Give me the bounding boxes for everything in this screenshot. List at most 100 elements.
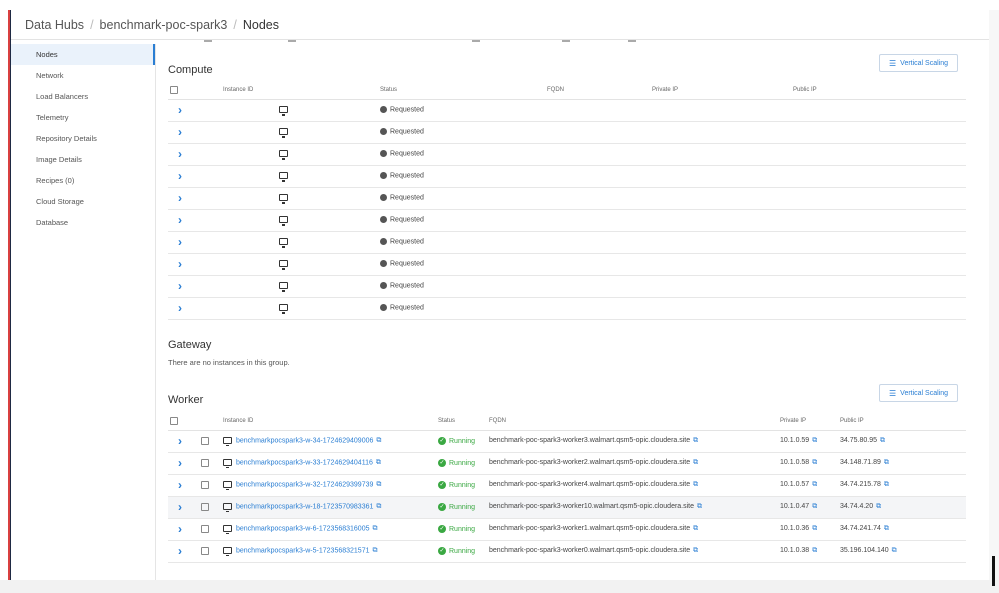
chevron-right-icon[interactable]: ›	[178, 301, 182, 315]
gateway-empty-text: There are no instances in this group.	[168, 358, 290, 367]
sidebar-item-image-details[interactable]: Image Details	[11, 149, 155, 170]
chevron-right-icon[interactable]: ›	[178, 191, 182, 205]
row-checkbox[interactable]	[201, 481, 209, 489]
row-checkbox[interactable]	[201, 437, 209, 445]
copy-icon[interactable]: ⧉	[376, 481, 381, 488]
column-public-ip: Public IP	[793, 81, 966, 100]
monitor-icon	[279, 260, 288, 270]
table-row: › benchmarkpocspark3-w-6-1723568316005 ⧉ ✓ R…	[168, 518, 966, 541]
table-row: › Requested	[168, 143, 966, 166]
public-ip-text: 34.74.215.78	[840, 481, 881, 488]
instance-id-link[interactable]: benchmarkpocspark3-w-33-1724629404116	[236, 459, 373, 466]
private-ip-text: 10.1.0.57	[780, 481, 810, 488]
select-all-checkbox[interactable]	[170, 85, 178, 94]
breadcrumb: Data Hubs / benchmark-poc-spark3 / Nodes	[11, 10, 989, 40]
breadcrumb-data-hubs[interactable]: Data Hubs	[25, 18, 84, 32]
chevron-right-icon[interactable]: ›	[178, 544, 182, 558]
table-row: › benchmarkpocspark3-w-34-1724629409006 ⧉ ✓…	[168, 430, 966, 453]
chevron-right-icon[interactable]: ›	[178, 213, 182, 227]
status-text: Requested	[390, 172, 424, 180]
copy-icon[interactable]: ⧉	[376, 437, 381, 444]
chevron-right-icon[interactable]: ›	[178, 456, 182, 470]
copy-icon[interactable]: ⧉	[693, 547, 698, 554]
instance-id-link[interactable]: benchmarkpocspark3-w-6-1723568316005	[236, 525, 369, 532]
copy-icon[interactable]: ⧉	[693, 437, 698, 444]
copy-icon[interactable]: ⧉	[693, 525, 698, 532]
table-header-row: Instance ID Status FQDN Private IP Publi…	[168, 412, 966, 431]
copy-icon[interactable]: ⧉	[876, 503, 881, 510]
copy-icon[interactable]: ⧉	[376, 503, 381, 510]
copy-icon[interactable]: ⧉	[693, 459, 698, 466]
instance-id-link[interactable]: benchmarkpocspark3-w-34-1724629409006	[236, 437, 373, 444]
chevron-right-icon[interactable]: ›	[178, 279, 182, 293]
instance-id-link[interactable]: benchmarkpocspark3-w-5-1723568321571	[236, 547, 369, 554]
copy-icon[interactable]: ⧉	[812, 503, 817, 510]
chevron-right-icon[interactable]: ›	[178, 125, 182, 139]
fqdn-text: benchmark-poc-spark3-worker1.walmart.qsm…	[489, 525, 691, 532]
sidebar-item-network[interactable]: Network	[11, 65, 155, 86]
sidebar-item-nodes[interactable]: Nodes	[11, 44, 155, 65]
check-circle-icon: ✓	[438, 437, 446, 445]
compute-vertical-scaling-button[interactable]: ☰ Vertical Scaling	[879, 54, 958, 72]
sidebar-item-cloud-storage[interactable]: Cloud Storage	[11, 191, 155, 212]
copy-icon[interactable]: ⧉	[812, 459, 817, 466]
chevron-right-icon[interactable]: ›	[178, 434, 182, 448]
sidebar-item-repository-details[interactable]: Repository Details	[11, 128, 155, 149]
dot-icon	[380, 150, 387, 158]
instance-id-link[interactable]: benchmarkpocspark3-w-32-1724629399739	[236, 481, 373, 488]
table-row: › Requested	[168, 121, 966, 144]
column-fqdn: FQDN	[547, 81, 652, 100]
monitor-icon	[279, 128, 288, 138]
table-header-row: Instance ID Status FQDN Private IP Publi…	[168, 81, 966, 100]
table-row: › Requested	[168, 165, 966, 188]
sidebar-item-telemetry[interactable]: Telemetry	[11, 107, 155, 128]
sidebar-item-recipes[interactable]: Recipes (0)	[11, 170, 155, 191]
row-checkbox[interactable]	[201, 503, 209, 511]
copy-icon[interactable]: ⧉	[697, 503, 702, 510]
chevron-right-icon[interactable]: ›	[178, 500, 182, 514]
copy-icon[interactable]: ⧉	[884, 481, 889, 488]
copy-icon[interactable]: ⧉	[693, 481, 698, 488]
copy-icon[interactable]: ⧉	[372, 525, 377, 532]
sidebar-item-load-balancers[interactable]: Load Balancers	[11, 86, 155, 107]
copy-icon[interactable]: ⧉	[812, 547, 817, 554]
monitor-icon	[279, 106, 288, 116]
copy-icon[interactable]: ⧉	[880, 437, 885, 444]
vertical-scaling-label: Vertical Scaling	[900, 389, 949, 397]
copy-icon[interactable]: ⧉	[372, 547, 377, 554]
chevron-right-icon[interactable]: ›	[178, 522, 182, 536]
copy-icon[interactable]: ⧉	[812, 437, 817, 444]
copy-icon[interactable]: ⧉	[812, 481, 817, 488]
private-ip-text: 10.1.0.38	[780, 547, 810, 554]
copy-icon[interactable]: ⧉	[376, 459, 381, 466]
monitor-icon	[279, 194, 288, 204]
table-row: › Requested	[168, 209, 966, 232]
chevron-right-icon[interactable]: ›	[178, 257, 182, 271]
chevron-right-icon[interactable]: ›	[178, 478, 182, 492]
chevron-right-icon[interactable]: ›	[178, 147, 182, 161]
sidebar-item-database[interactable]: Database	[11, 212, 155, 233]
chevron-right-icon[interactable]: ›	[178, 169, 182, 183]
copy-icon[interactable]: ⧉	[884, 459, 889, 466]
copy-icon[interactable]: ⧉	[812, 525, 817, 532]
worker-vertical-scaling-button[interactable]: ☰ Vertical Scaling	[879, 384, 958, 402]
row-checkbox[interactable]	[201, 459, 209, 467]
column-instance-id: Instance ID	[223, 412, 438, 431]
select-all-checkbox[interactable]	[170, 416, 178, 425]
column-private-ip: Private IP	[652, 81, 793, 100]
status-text: Running	[449, 459, 476, 467]
top-strip	[0, 0, 999, 10]
copy-icon[interactable]: ⧉	[892, 547, 897, 554]
chevron-right-icon[interactable]: ›	[178, 235, 182, 249]
breadcrumb-cluster[interactable]: benchmark-poc-spark3	[100, 18, 228, 32]
row-checkbox[interactable]	[201, 525, 209, 533]
check-circle-icon: ✓	[438, 525, 446, 533]
table-row: › Requested	[168, 187, 966, 210]
row-checkbox[interactable]	[201, 547, 209, 555]
instance-id-link[interactable]: benchmarkpocspark3-w-18-1723570983361	[236, 503, 373, 510]
dot-icon	[380, 216, 387, 224]
check-circle-icon: ✓	[438, 503, 446, 511]
copy-icon[interactable]: ⧉	[884, 525, 889, 532]
status-text: Running	[449, 437, 476, 445]
chevron-right-icon[interactable]: ›	[178, 103, 182, 117]
